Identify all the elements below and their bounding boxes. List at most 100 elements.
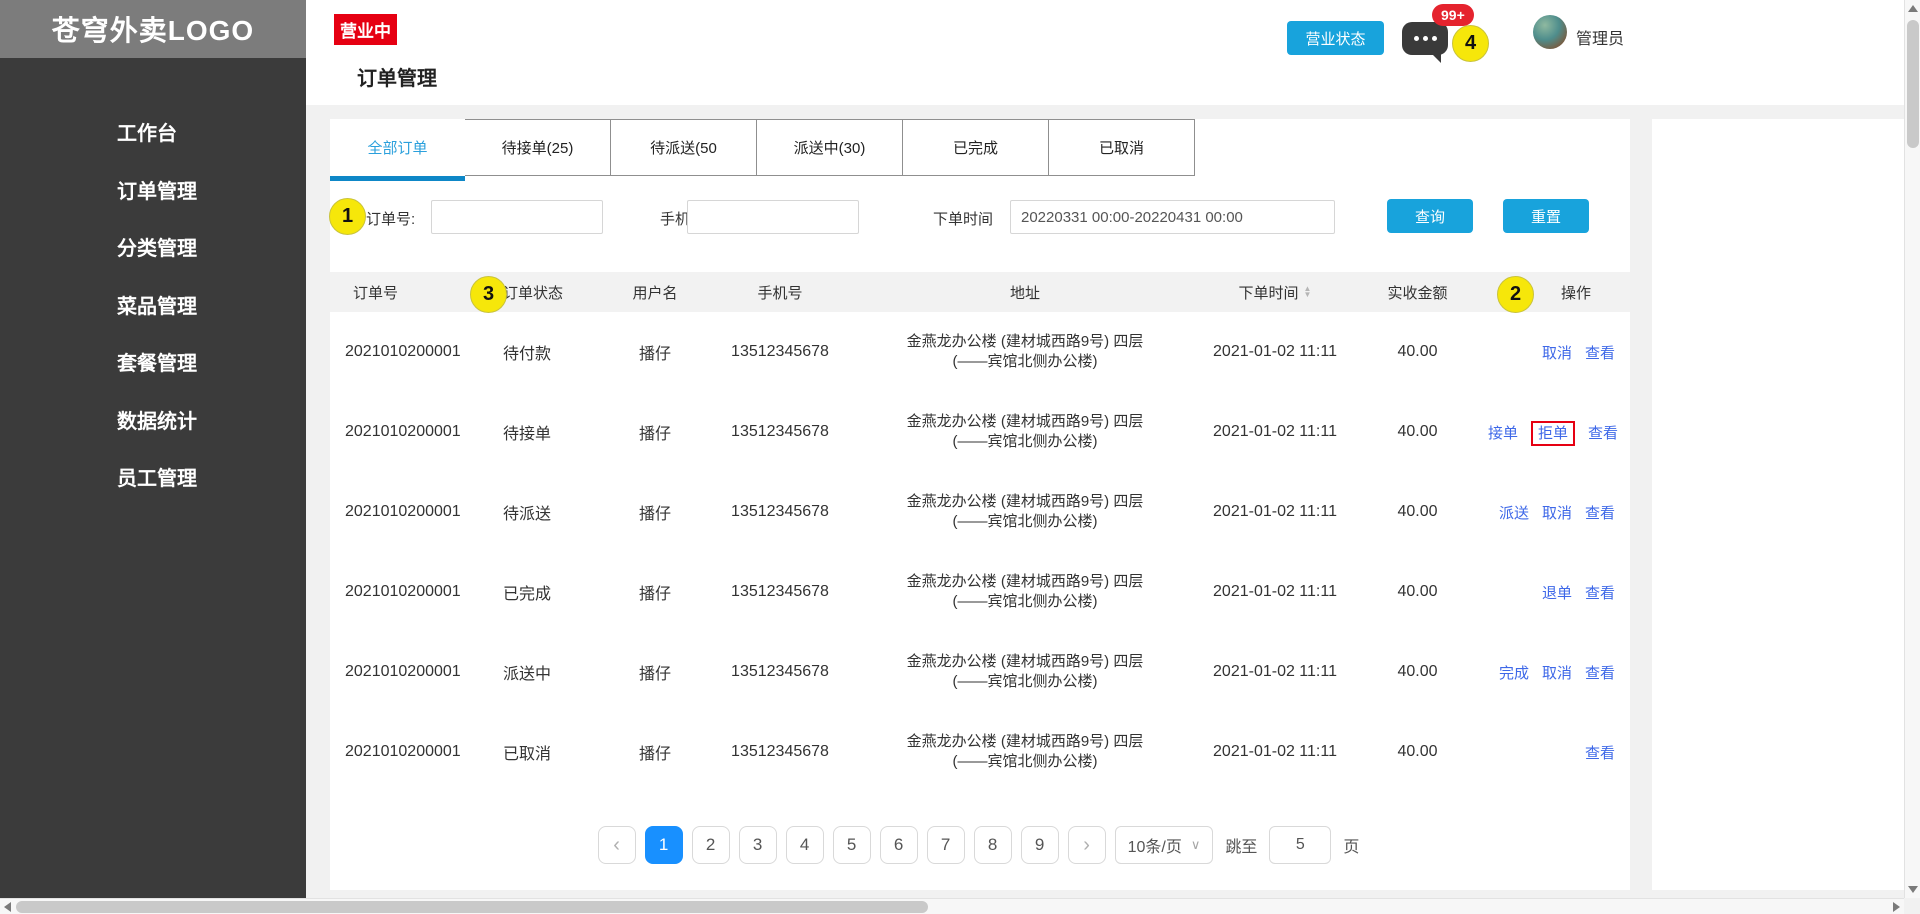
reset-button[interactable]: 重置 — [1503, 199, 1589, 233]
sort-icon[interactable]: ▲ ▼ — [1304, 285, 1312, 299]
action-link[interactable]: 完成 — [1499, 665, 1529, 682]
action-link[interactable]: 拒单 — [1531, 420, 1576, 446]
order-time-range-input[interactable] — [1010, 200, 1335, 234]
page-button-2[interactable]: 2 — [691, 826, 730, 864]
horizontal-scrollbar-thumb[interactable] — [16, 901, 928, 913]
action-link[interactable]: 查看 — [1585, 505, 1615, 522]
sidebar-item[interactable]: 分类管理 — [0, 221, 306, 279]
cell-status: 待付款 — [503, 346, 552, 363]
cell-order_no: 2021010200001 — [345, 423, 461, 440]
table-row: 2021010200001 已取消 播仔 13512345678 金燕龙办公楼 (建材城… — [330, 712, 1630, 792]
page-button-4[interactable]: 4 — [785, 826, 824, 864]
sidebar-item[interactable]: 菜品管理 — [0, 279, 306, 337]
tab-3[interactable]: 派送中(30) — [756, 119, 903, 176]
cell-user: 播仔 — [638, 506, 671, 523]
cell-order_no: 2021010200001 — [345, 743, 461, 760]
bubble-dot-icon — [1431, 36, 1437, 41]
col-header-status: 订单状态 — [503, 284, 564, 302]
action-link[interactable]: 退单 — [1542, 585, 1572, 602]
cell-address: 金燕龙办公楼 (建材城西路9号) 四层 (——宾馆北侧办公楼) — [860, 652, 1190, 692]
bubble-tail-icon — [1430, 52, 1441, 63]
jump-page-input[interactable] — [1269, 826, 1332, 864]
order-table-body: 2021010200001 待付款 播仔 13512345678 金燕龙办公楼 (建材城… — [330, 312, 1630, 792]
sidebar-item[interactable]: 数据统计 — [0, 394, 306, 452]
cell-actions: 查看 — [1475, 742, 1615, 763]
order-time-label: 下单时间 — [933, 211, 994, 228]
cell-phone: 13512345678 — [731, 423, 829, 440]
action-link[interactable]: 查看 — [1585, 345, 1615, 362]
sidebar-item[interactable]: 订单管理 — [0, 164, 306, 222]
page-button-1[interactable]: 1 — [644, 826, 683, 864]
vertical-scrollbar-thumb[interactable] — [1907, 20, 1919, 148]
page-title: 订单管理 — [357, 68, 437, 90]
action-link[interactable]: 查看 — [1588, 425, 1618, 442]
sidebar-item[interactable]: 工作台 — [0, 106, 306, 164]
cell-phone: 13512345678 — [731, 343, 829, 360]
page-button-8[interactable]: 8 — [973, 826, 1012, 864]
prev-page-button[interactable]: ‹ — [597, 826, 636, 864]
sidebar-item[interactable]: 员工管理 — [0, 451, 306, 509]
scroll-down-arrow-icon[interactable] — [1908, 886, 1918, 893]
page-button-5[interactable]: 5 — [832, 826, 871, 864]
action-link[interactable]: 取消 — [1542, 345, 1572, 362]
message-bubble-icon[interactable] — [1402, 22, 1448, 63]
cell-order_no: 2021010200001 — [345, 503, 461, 520]
pagination-pages: 123456789 — [644, 826, 1059, 864]
action-link[interactable]: 取消 — [1542, 505, 1572, 522]
cell-actions: 取消 查看 — [1475, 342, 1615, 363]
avatar[interactable] — [1533, 15, 1567, 49]
page-button-7[interactable]: 7 — [926, 826, 965, 864]
col-header-time[interactable]: 下单时间 ▲ ▼ — [1190, 282, 1360, 303]
annotation-marker-2: 2 — [1497, 276, 1534, 313]
admin-label: 管理员 — [1576, 31, 1625, 48]
action-link[interactable]: 派送 — [1499, 505, 1529, 522]
col-header-time-label: 下单时间 — [1238, 284, 1299, 302]
col-header-address: 地址 — [1009, 284, 1040, 302]
scroll-left-arrow-icon[interactable] — [4, 902, 11, 912]
business-status-button[interactable]: 营业状态 — [1287, 21, 1384, 55]
action-link[interactable]: 查看 — [1585, 665, 1615, 682]
cell-status: 待接单 — [503, 426, 552, 443]
cell-user: 播仔 — [638, 346, 671, 363]
action-link[interactable]: 查看 — [1585, 585, 1615, 602]
message-bubble-body — [1402, 22, 1448, 55]
cell-address: 金燕龙办公楼 (建材城西路9号) 四层 (——宾馆北侧办公楼) — [860, 732, 1190, 772]
scroll-up-arrow-icon[interactable] — [1908, 5, 1918, 12]
sidebar-item[interactable]: 套餐管理 — [0, 336, 306, 394]
table-row: 2021010200001 待接单 播仔 13512345678 金燕龙办公楼 (建材城… — [330, 392, 1630, 472]
cell-user: 播仔 — [638, 586, 671, 603]
cell-time: 2021-01-02 11:11 — [1213, 423, 1337, 440]
action-link[interactable]: 接单 — [1488, 425, 1518, 442]
phone-input[interactable] — [687, 200, 859, 234]
cell-address: 金燕龙办公楼 (建材城西路9号) 四层 (——宾馆北侧办公楼) — [860, 572, 1190, 612]
annotation-marker-4: 4 — [1452, 25, 1489, 62]
address-line-1: 金燕龙办公楼 (建材城西路9号) 四层 — [906, 653, 1144, 670]
cell-phone: 13512345678 — [731, 503, 829, 520]
cell-time: 2021-01-02 11:11 — [1213, 343, 1337, 360]
cell-phone: 13512345678 — [731, 663, 829, 680]
cell-phone: 13512345678 — [731, 743, 829, 760]
scroll-right-arrow-icon[interactable] — [1893, 902, 1900, 912]
page-button-9[interactable]: 9 — [1020, 826, 1059, 864]
topbar: 营业中 订单管理 营业状态 99+ 管理员 — [306, 0, 1904, 105]
order-no-input[interactable] — [431, 200, 603, 234]
tab-4[interactable]: 已完成 — [902, 119, 1049, 176]
vertical-scrollbar[interactable] — [1904, 0, 1920, 898]
tab-2[interactable]: 待派送(50 — [610, 119, 757, 176]
horizontal-scrollbar[interactable] — [0, 898, 1904, 914]
address-line-1: 金燕龙办公楼 (建材城西路9号) 四层 — [906, 333, 1144, 350]
action-link[interactable]: 查看 — [1585, 745, 1615, 762]
cell-amount: 40.00 — [1397, 743, 1438, 760]
tab-1[interactable]: 待接单(25) — [464, 119, 611, 176]
tab-5[interactable]: 已取消 — [1048, 119, 1195, 176]
tab-0[interactable]: 全部订单 — [330, 119, 465, 181]
page-button-3[interactable]: 3 — [738, 826, 777, 864]
next-page-button[interactable]: › — [1067, 826, 1106, 864]
search-button[interactable]: 查询 — [1387, 199, 1473, 233]
action-link[interactable]: 取消 — [1542, 665, 1572, 682]
page-button-6[interactable]: 6 — [879, 826, 918, 864]
sidebar: 苍穹外卖LOGO 工作台 订单管理 分类管理 菜品管理 套餐管理 数据统计 员工管理 — [0, 0, 306, 898]
page-size-select[interactable]: 10条/页 ∨ — [1114, 826, 1214, 864]
cell-user: 播仔 — [638, 666, 671, 683]
order-no-label: 订单号: — [366, 211, 416, 228]
